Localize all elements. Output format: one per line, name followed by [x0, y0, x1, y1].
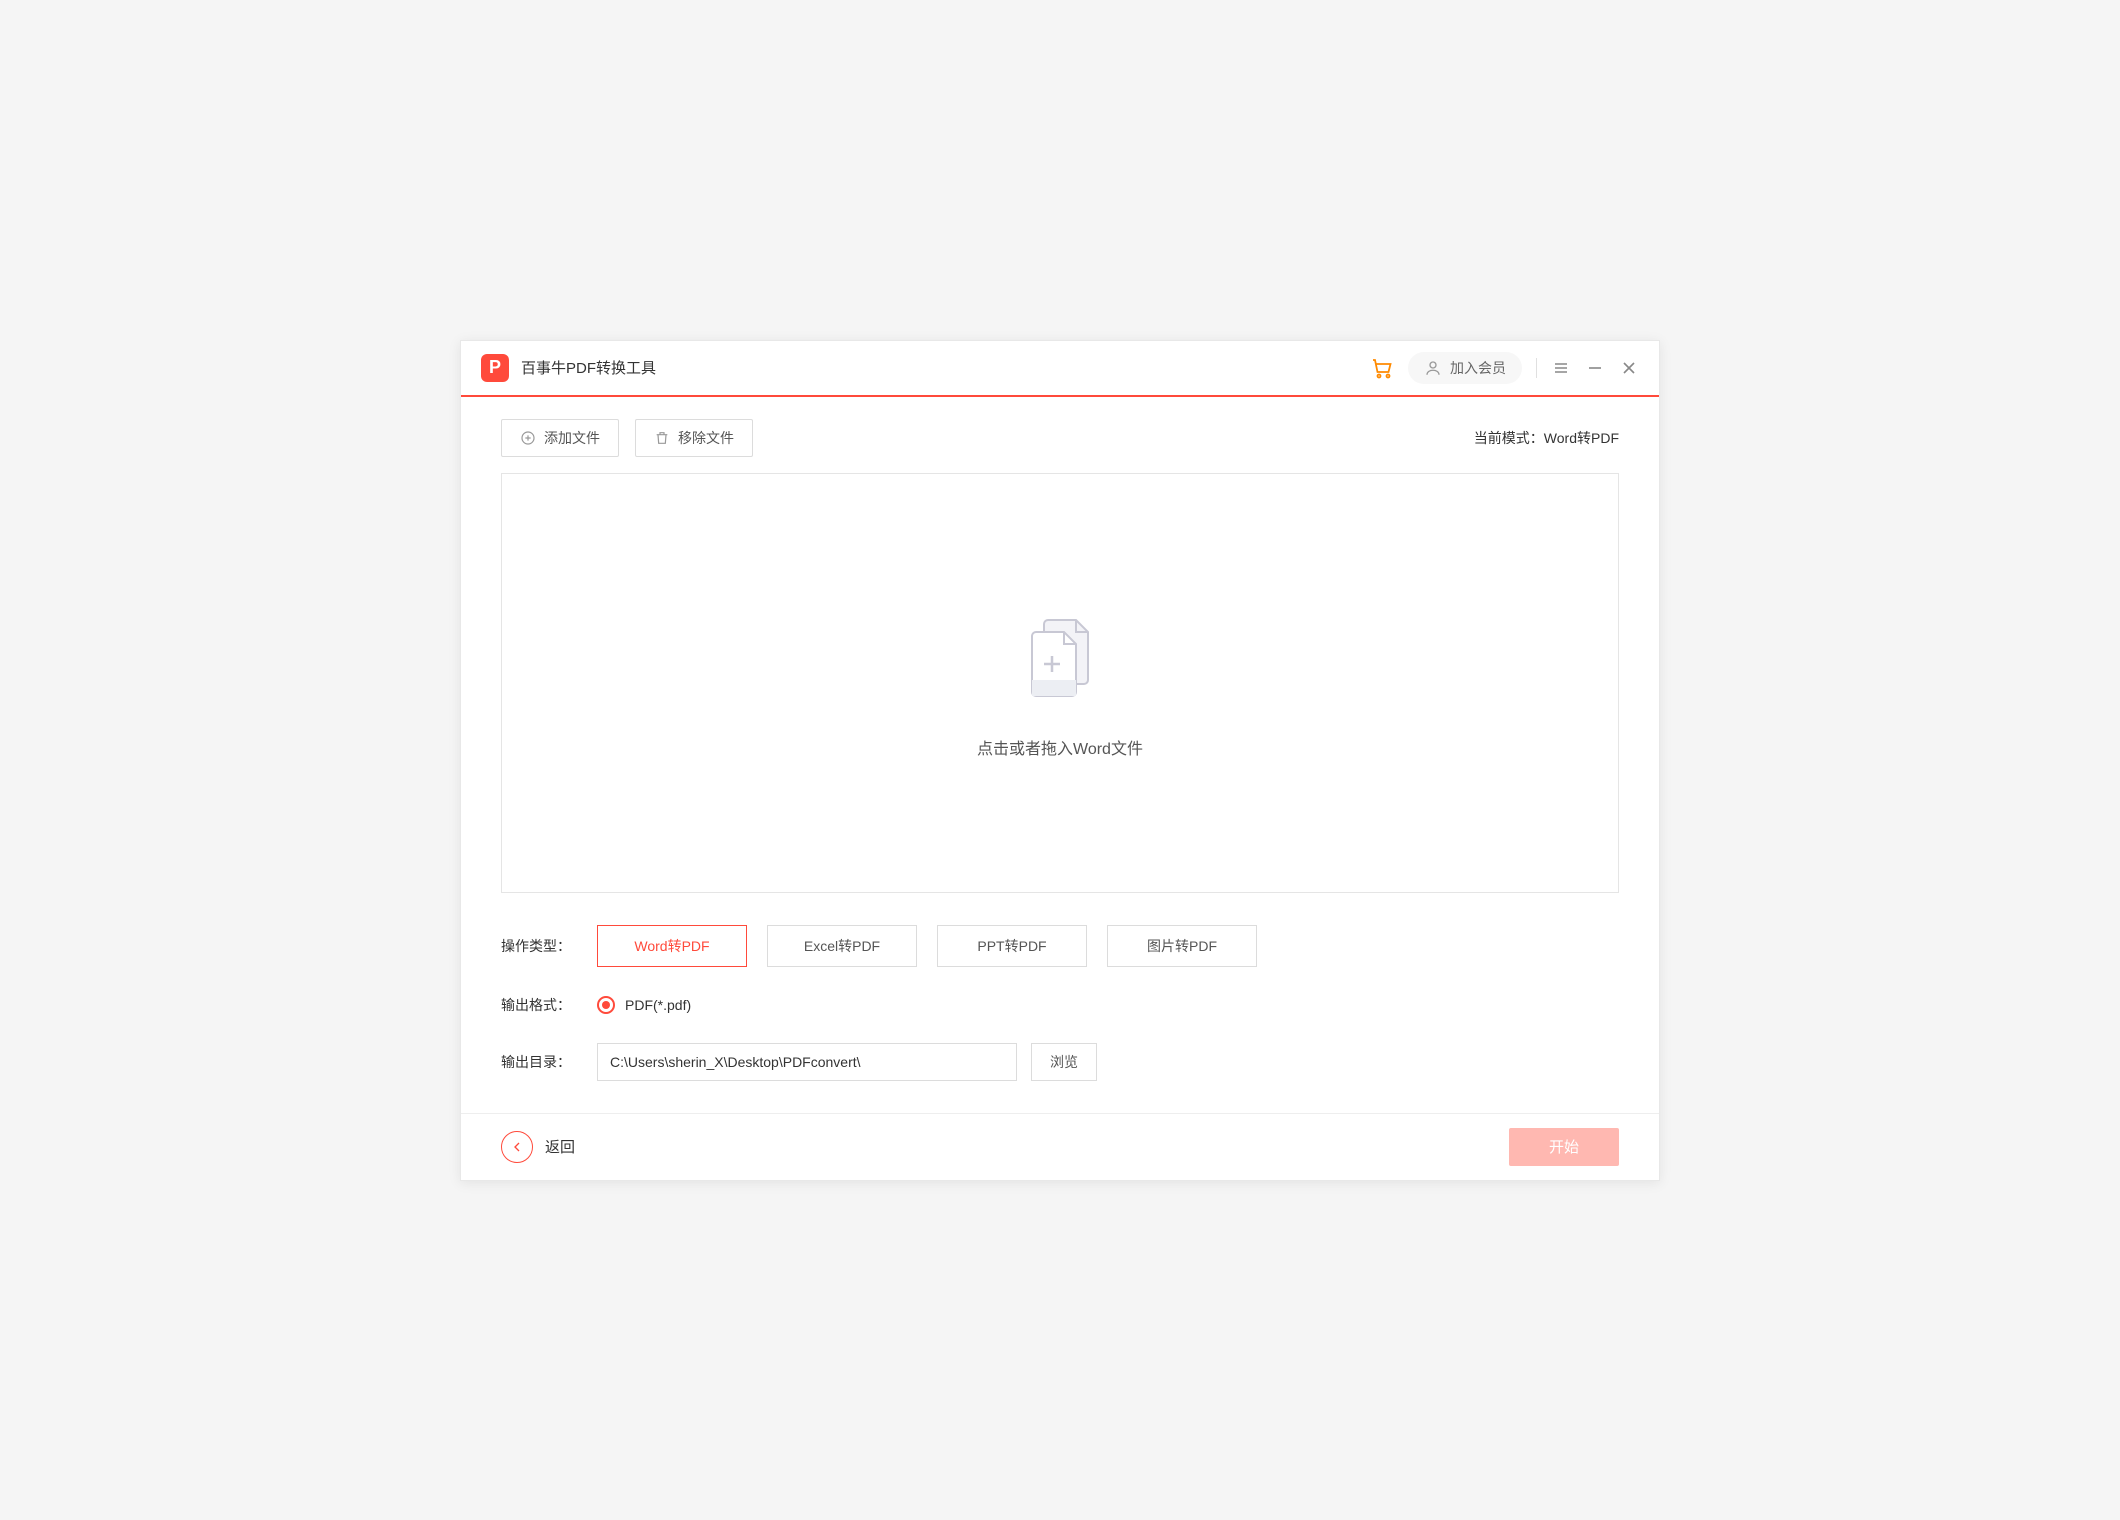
start-button[interactable]: 开始 — [1509, 1128, 1619, 1166]
add-file-label: 添加文件 — [544, 428, 600, 448]
operation-type-row: 操作类型： Word转PDF Excel转PDF PPT转PDF 图片转PDF — [501, 925, 1619, 967]
file-dropzone[interactable]: 点击或者拖入Word文件 — [501, 473, 1619, 893]
app-logo-icon: P — [481, 354, 509, 382]
output-dir-row: 输出目录： 浏览 — [501, 1043, 1619, 1081]
radio-icon — [597, 996, 615, 1014]
browse-button[interactable]: 浏览 — [1031, 1043, 1097, 1081]
content-area: 添加文件 移除文件 当前模式：Word转PDF — [461, 397, 1659, 1113]
file-toolbar: 添加文件 移除文件 当前模式：Word转PDF — [501, 419, 1619, 457]
operation-type-label: 操作类型： — [501, 936, 597, 956]
titlebar: P 百事牛PDF转换工具 加入会员 — [461, 341, 1659, 397]
menu-icon[interactable] — [1551, 358, 1571, 378]
output-format-row: 输出格式： PDF(*.pdf) — [501, 995, 1619, 1015]
titlebar-actions: 加入会员 — [1370, 352, 1639, 384]
member-label: 加入会员 — [1450, 358, 1506, 378]
minimize-icon[interactable] — [1585, 358, 1605, 378]
type-image-to-pdf[interactable]: 图片转PDF — [1107, 925, 1257, 967]
current-mode: 当前模式：Word转PDF — [1474, 428, 1619, 448]
cart-icon[interactable] — [1370, 356, 1394, 380]
operation-type-group: Word转PDF Excel转PDF PPT转PDF 图片转PDF — [597, 925, 1257, 967]
add-file-button[interactable]: 添加文件 — [501, 419, 619, 457]
type-word-to-pdf[interactable]: Word转PDF — [597, 925, 747, 967]
output-format-label: 输出格式： — [501, 995, 597, 1015]
back-label: 返回 — [545, 1136, 575, 1157]
output-dir-label: 输出目录： — [501, 1052, 597, 1072]
output-format-radio[interactable]: PDF(*.pdf) — [597, 996, 691, 1014]
back-button[interactable]: 返回 — [501, 1131, 575, 1163]
divider — [1536, 358, 1537, 378]
output-path-input[interactable] — [597, 1043, 1017, 1081]
type-ppt-to-pdf[interactable]: PPT转PDF — [937, 925, 1087, 967]
trash-icon — [654, 430, 670, 446]
remove-file-button[interactable]: 移除文件 — [635, 419, 753, 457]
plus-circle-icon — [520, 430, 536, 446]
join-member-button[interactable]: 加入会员 — [1408, 352, 1522, 384]
app-window: P 百事牛PDF转换工具 加入会员 — [460, 340, 1660, 1181]
arrow-left-icon — [501, 1131, 533, 1163]
app-title: 百事牛PDF转换工具 — [521, 357, 656, 378]
user-icon — [1424, 359, 1442, 377]
document-stack-icon — [1010, 606, 1110, 711]
type-excel-to-pdf[interactable]: Excel转PDF — [767, 925, 917, 967]
output-format-value: PDF(*.pdf) — [625, 997, 691, 1013]
dropzone-hint: 点击或者拖入Word文件 — [977, 735, 1143, 759]
close-icon[interactable] — [1619, 358, 1639, 378]
footer-bar: 返回 开始 — [461, 1113, 1659, 1180]
remove-file-label: 移除文件 — [678, 428, 734, 448]
